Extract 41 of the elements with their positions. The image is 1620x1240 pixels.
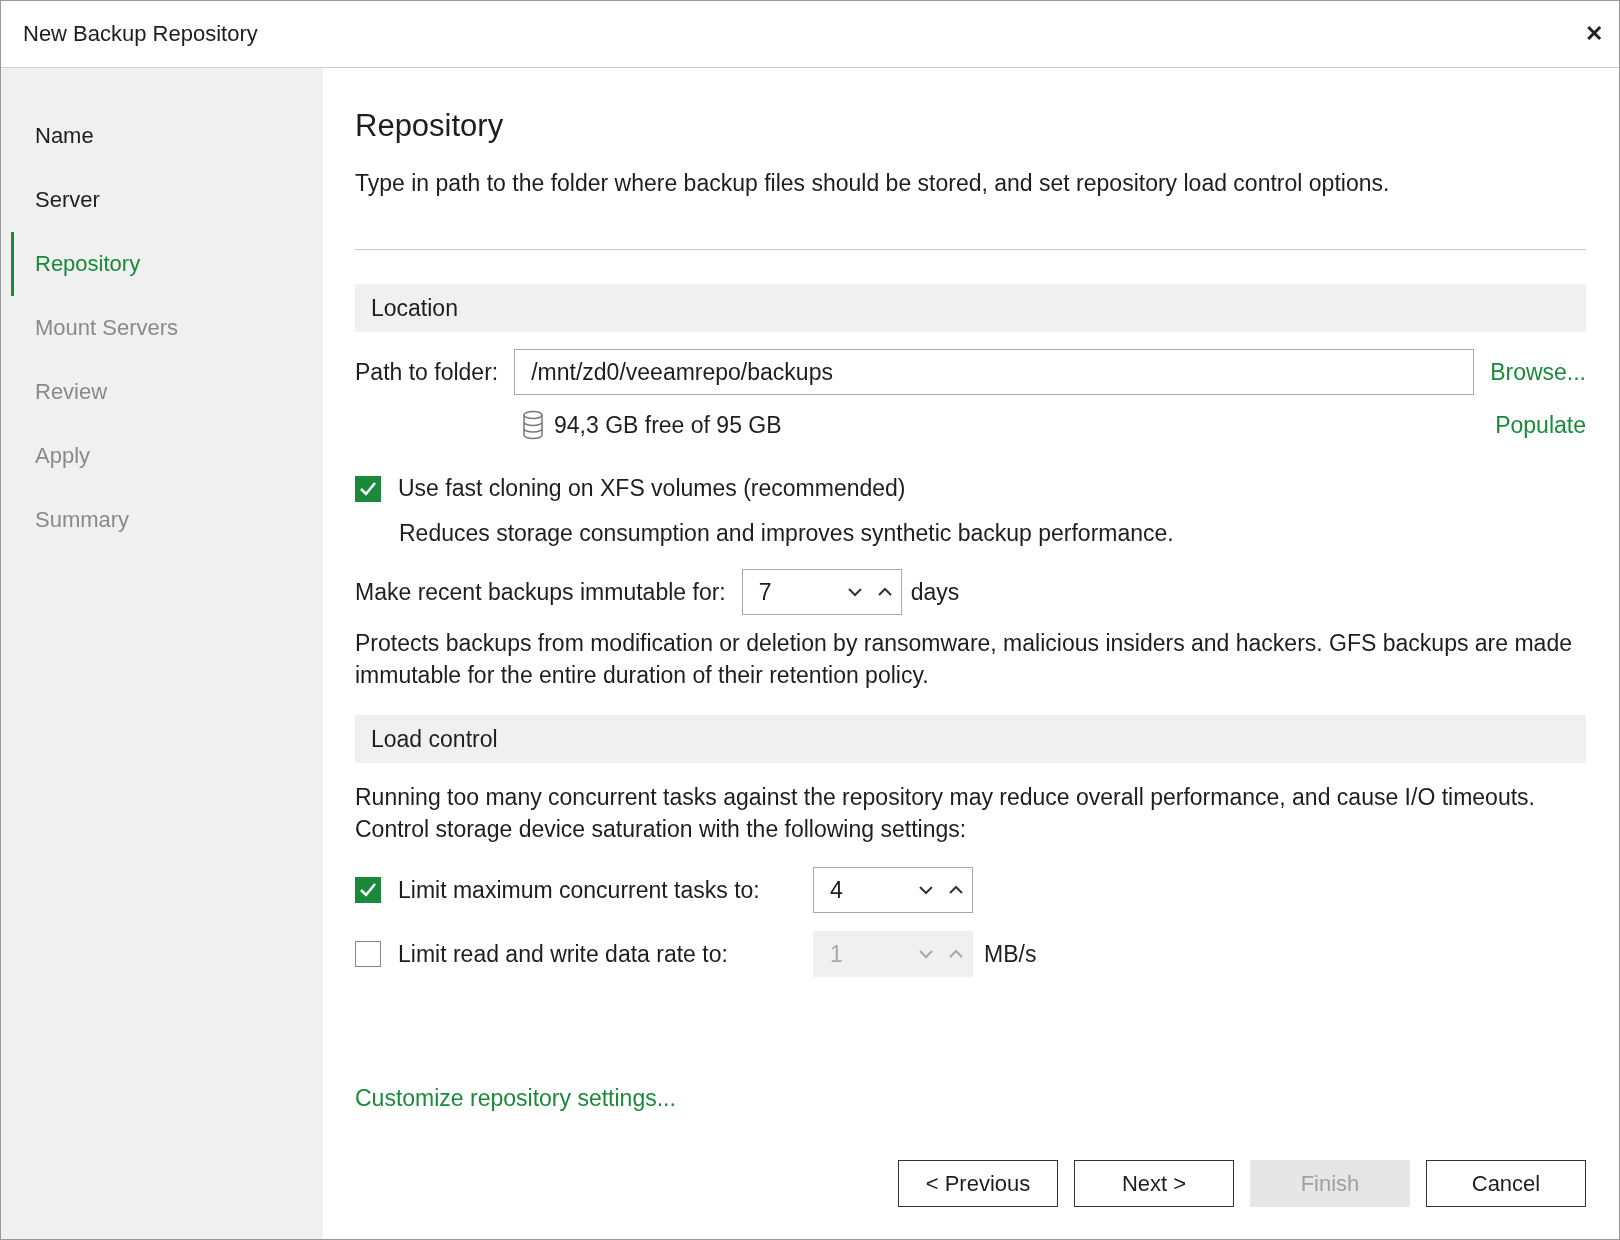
wizard-step[interactable]: Mount Servers [11, 296, 323, 360]
page-description: Type in path to the folder where backup files should be stored, and set repository load control options. [355, 170, 1391, 197]
database-icon [522, 410, 544, 440]
wizard-button[interactable]: Cancel [1426, 1160, 1586, 1207]
populate-link[interactable]: Populate [1495, 411, 1586, 439]
number-spinner[interactable]: 7 [741, 569, 902, 615]
info-text: Protects backups from modification or deletion by ransomware, malicious insiders and hackers. GFS backups are made immutable for the entire duration of their retention policy. [355, 629, 1573, 690]
path-input-field[interactable]: /mnt/zd0/veeamrepo/backups [514, 349, 1475, 395]
wizard-step[interactable]: Apply [11, 424, 323, 488]
wizard-step[interactable]: Server [11, 168, 323, 232]
hint-text: Reduces storage consumption and improves synthetic backup performance. [399, 520, 1175, 547]
wizard-step[interactable]: Repository [11, 232, 323, 296]
browse-link[interactable]: Browse... [1490, 358, 1586, 386]
field-label: Path to folder: [355, 358, 499, 386]
section-header: Location [355, 284, 1586, 332]
wizard-button[interactable]: < Previous [898, 1160, 1058, 1207]
chevron-up-icon[interactable] [948, 885, 964, 895]
unit-label: days [910, 578, 960, 606]
wizard-button[interactable]: Next > [1074, 1160, 1234, 1207]
chevron-down-icon[interactable] [918, 885, 934, 895]
wizard-step[interactable]: Summary [11, 488, 323, 552]
wizard-step[interactable]: Review [11, 360, 323, 424]
window-title: New Backup Repository [23, 21, 258, 47]
page-heading: Repository [355, 108, 505, 144]
chevron-down-icon[interactable] [846, 587, 863, 597]
close-icon[interactable]: ✕ [1585, 21, 1603, 47]
checkbox[interactable] [355, 941, 381, 967]
checkbox[interactable] [355, 877, 381, 903]
checkbox-label: Limit maximum concurrent tasks to: [398, 876, 761, 904]
unit-label: MB/s [984, 940, 1037, 968]
section-header: Load control [355, 715, 1586, 763]
field-label: Make recent backups immutable for: [355, 578, 726, 606]
customize-settings-link[interactable]: Customize repository settings... [355, 1085, 676, 1112]
checkbox-label: Limit read and write data rate to: [398, 940, 729, 968]
checkbox-label: Use fast cloning on XFS volumes (recommended) [398, 475, 906, 502]
checkbox[interactable] [355, 475, 381, 502]
free-space-text: 94,3 GB free of 95 GB [554, 411, 782, 439]
chevron-up-icon[interactable] [876, 587, 893, 597]
number-spinner[interactable]: 4 [813, 867, 973, 913]
wizard-step[interactable]: Name [11, 104, 323, 168]
info-text: Running too many concurrent tasks against the repository may reduce overall performance, and cause I/O timeouts. Control storage device saturation with the following settings: [355, 783, 1536, 844]
